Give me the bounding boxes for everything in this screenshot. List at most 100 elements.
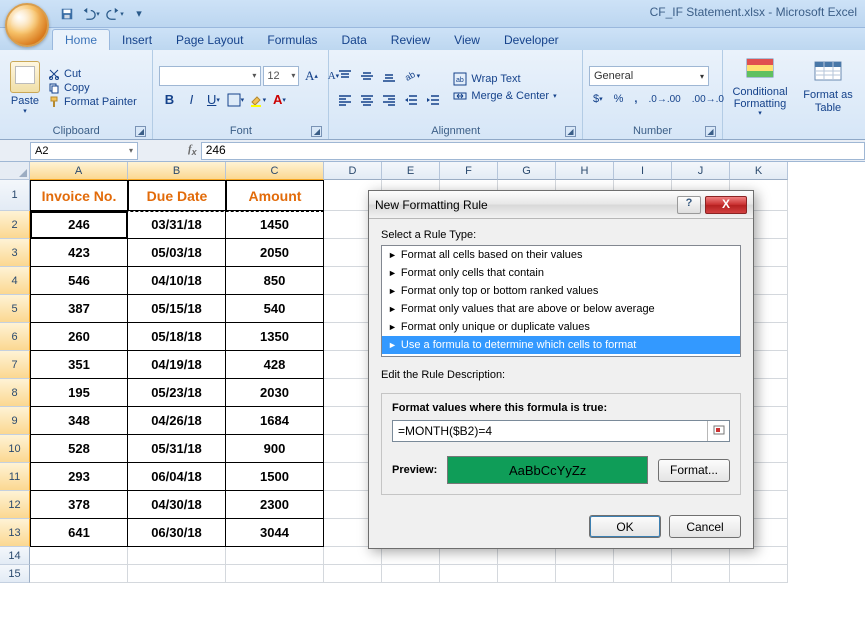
number-launcher-icon[interactable]: ◢ [705, 126, 716, 137]
column-header[interactable]: F [440, 162, 498, 180]
column-header[interactable]: B [128, 162, 226, 180]
name-box[interactable]: A2▾ [30, 142, 138, 160]
cut-button[interactable]: Cut [48, 68, 137, 80]
cell[interactable]: 03/31/18 [128, 211, 226, 239]
row-header[interactable]: 5 [0, 295, 30, 323]
cell[interactable] [30, 565, 128, 583]
cell[interactable]: 04/26/18 [128, 407, 226, 435]
cancel-button[interactable]: Cancel [669, 515, 741, 538]
font-launcher-icon[interactable]: ◢ [311, 126, 322, 137]
cell[interactable]: 246 [30, 211, 128, 239]
column-header[interactable]: C [226, 162, 324, 180]
cell[interactable] [324, 547, 382, 565]
cell[interactable]: 05/15/18 [128, 295, 226, 323]
range-picker-icon[interactable] [707, 421, 729, 441]
cell[interactable] [226, 547, 324, 565]
fill-color-button[interactable]: ▾ [247, 90, 267, 110]
cell[interactable]: 1350 [226, 323, 324, 351]
row-header[interactable]: 13 [0, 519, 30, 547]
formula-input-box[interactable] [392, 420, 730, 442]
qat-customize-icon[interactable]: ▾ [128, 3, 150, 25]
column-header[interactable]: K [730, 162, 788, 180]
font-name-select[interactable]: ▾ [159, 66, 261, 86]
conditional-formatting-button[interactable]: Conditional Formatting▾ [729, 58, 791, 118]
alignment-launcher-icon[interactable]: ◢ [565, 126, 576, 137]
cell[interactable] [498, 547, 556, 565]
comma-format-button[interactable]: , [630, 89, 641, 109]
accounting-format-button[interactable]: $ ▾ [589, 89, 607, 109]
decrease-indent-icon[interactable] [401, 90, 421, 110]
cell[interactable]: 428 [226, 351, 324, 379]
align-bottom-icon[interactable] [379, 66, 399, 86]
cell[interactable]: 387 [30, 295, 128, 323]
cell[interactable] [128, 565, 226, 583]
cell[interactable]: 05/18/18 [128, 323, 226, 351]
cell[interactable]: 1450 [226, 211, 324, 239]
cell[interactable]: 06/30/18 [128, 519, 226, 547]
cell[interactable]: 540 [226, 295, 324, 323]
cell[interactable] [128, 547, 226, 565]
number-format-select[interactable]: General▾ [589, 66, 709, 86]
rule-type-list[interactable]: ►Format all cells based on their values►… [381, 245, 741, 357]
cell[interactable] [672, 547, 730, 565]
cell[interactable] [498, 565, 556, 583]
tab-formulas[interactable]: Formulas [255, 30, 329, 50]
underline-button[interactable]: U▾ [203, 90, 223, 110]
formula-input[interactable]: 246 [201, 142, 865, 160]
row-header[interactable]: 12 [0, 491, 30, 519]
cell[interactable] [440, 547, 498, 565]
row-header[interactable]: 4 [0, 267, 30, 295]
cell[interactable] [730, 565, 788, 583]
row-header[interactable]: 6 [0, 323, 30, 351]
merge-center-button[interactable]: Merge & Center▾ [453, 89, 556, 103]
column-header[interactable]: G [498, 162, 556, 180]
cell[interactable]: 423 [30, 239, 128, 267]
tab-page-layout[interactable]: Page Layout [164, 30, 255, 50]
fx-icon[interactable]: fx [188, 143, 197, 157]
column-header[interactable]: A [30, 162, 128, 180]
office-button[interactable] [5, 3, 49, 47]
cell[interactable]: 1684 [226, 407, 324, 435]
cell[interactable] [556, 565, 614, 583]
column-header[interactable]: J [672, 162, 730, 180]
cell[interactable] [226, 565, 324, 583]
align-center-icon[interactable] [357, 90, 377, 110]
tab-developer[interactable]: Developer [492, 30, 571, 50]
row-header[interactable]: 9 [0, 407, 30, 435]
save-icon[interactable] [56, 3, 78, 25]
row-header[interactable]: 3 [0, 239, 30, 267]
row-header[interactable]: 7 [0, 351, 30, 379]
align-top-icon[interactable] [335, 66, 355, 86]
cell[interactable]: 850 [226, 267, 324, 295]
column-header[interactable]: D [324, 162, 382, 180]
italic-button[interactable]: I [181, 90, 201, 110]
cell[interactable]: 2050 [226, 239, 324, 267]
cell[interactable] [382, 547, 440, 565]
cell[interactable]: 546 [30, 267, 128, 295]
cell[interactable]: 260 [30, 323, 128, 351]
cell[interactable]: 293 [30, 463, 128, 491]
row-header[interactable]: 11 [0, 463, 30, 491]
tab-view[interactable]: View [442, 30, 492, 50]
increase-indent-icon[interactable] [423, 90, 443, 110]
cell[interactable]: 2030 [226, 379, 324, 407]
cell[interactable] [382, 565, 440, 583]
cell[interactable] [672, 565, 730, 583]
formula-text-input[interactable] [393, 421, 707, 441]
cell[interactable]: 05/03/18 [128, 239, 226, 267]
tab-review[interactable]: Review [379, 30, 442, 50]
column-header[interactable]: I [614, 162, 672, 180]
redo-icon[interactable]: ▾ [104, 3, 126, 25]
cell[interactable]: 351 [30, 351, 128, 379]
format-as-table-button[interactable]: Format as Table [797, 61, 859, 113]
cell[interactable] [614, 565, 672, 583]
clipboard-launcher-icon[interactable]: ◢ [135, 126, 146, 137]
row-header[interactable]: 15 [0, 565, 30, 583]
ok-button[interactable]: OK [589, 515, 661, 538]
tab-home[interactable]: Home [52, 29, 110, 50]
cell[interactable]: 528 [30, 435, 128, 463]
cell[interactable]: 3044 [226, 519, 324, 547]
tab-data[interactable]: Data [329, 30, 378, 50]
cell[interactable] [730, 547, 788, 565]
grow-font-icon[interactable]: A▴ [301, 66, 321, 86]
